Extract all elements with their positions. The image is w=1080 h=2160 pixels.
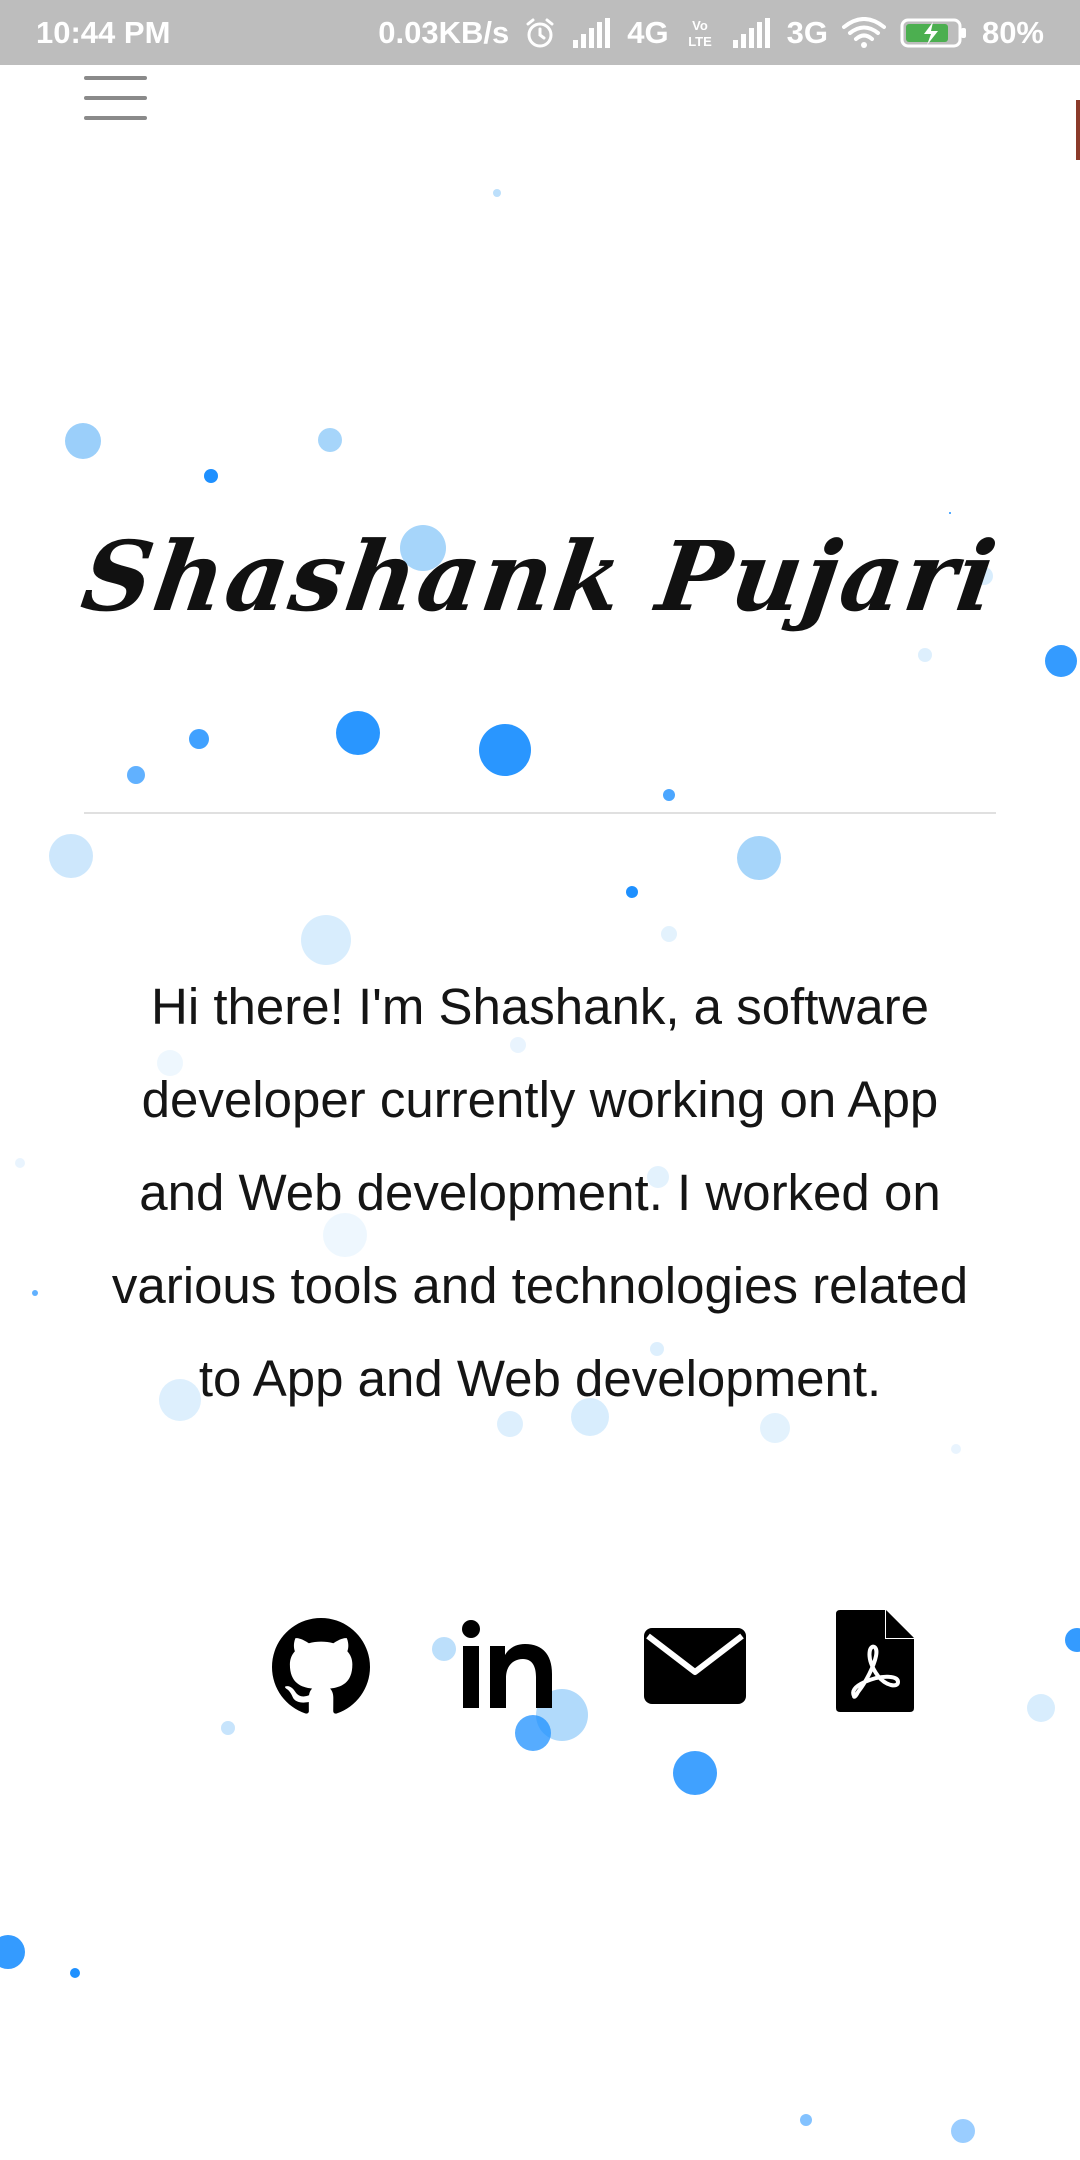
linkedin-link[interactable] [462,1620,554,1712]
email-link[interactable] [644,1628,746,1704]
social-links [0,1610,1080,1720]
page-title: Shashank Pujari [75,520,1005,633]
page-content: Shashank Pujari Hi there! I'm Shashank, … [0,0,1080,2160]
github-link[interactable] [272,1618,370,1716]
hamburger-menu-icon[interactable] [84,76,147,122]
pdf-icon [836,1610,914,1712]
menu-bar-line [84,116,147,120]
menu-bar-line [84,76,147,80]
bio-text: Hi there! I'm Shashank, a software devel… [111,978,969,1407]
divider [84,812,996,814]
pdf-link[interactable] [836,1610,914,1712]
linkedin-icon [462,1620,554,1712]
edge-tab [1076,100,1080,160]
menu-bar-line [84,96,147,100]
github-icon [272,1618,370,1716]
email-icon [644,1628,746,1704]
